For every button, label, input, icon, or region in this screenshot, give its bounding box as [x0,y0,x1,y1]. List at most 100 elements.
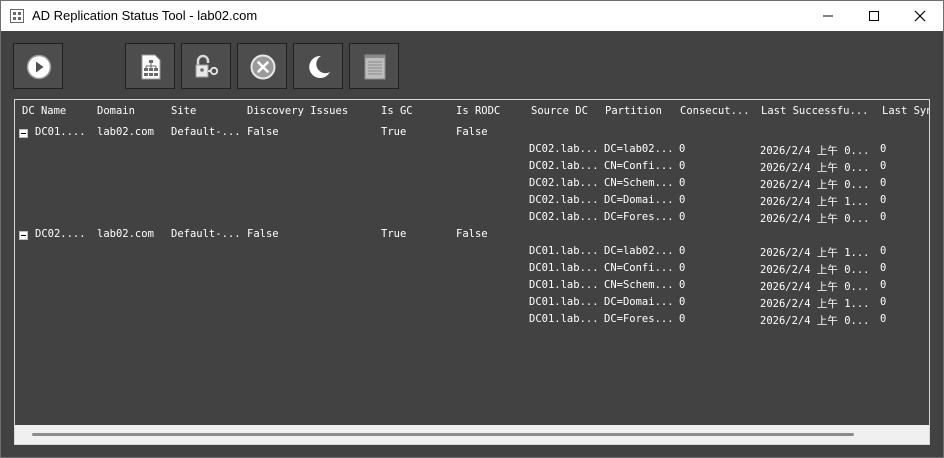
source-dc-cell: DC01.lab... [529,279,599,291]
domain-cell: lab02.com [97,228,154,240]
consecutive-failures-cell: 0 [679,194,686,206]
discovery-issues-cell: False [247,228,279,240]
is-rodc-cell: False [456,228,488,240]
dc-name-cell: DC01.... [35,126,86,138]
last-sync-cell: 0 [880,296,887,308]
discovery-issues-cell: False [247,126,279,138]
collapse-toggle[interactable] [19,231,28,240]
last-sync-cell: 0 [880,262,887,274]
last-success-cell: 2026/2/4 上午 1... [760,196,870,208]
x-circle-icon [250,54,276,80]
app-icon [10,9,24,23]
site-cell: Default-... [171,228,241,240]
consecutive-failures-cell: 0 [679,262,686,274]
last-success-cell: 2026/2/4 上午 0... [760,281,870,293]
is-gc-cell: True [381,126,407,138]
column-header[interactable]: Is RODC [456,105,500,117]
play-circle-icon [26,54,52,80]
consecutive-failures-cell: 0 [679,177,686,189]
consecutive-failures-cell: 0 [679,296,686,308]
column-header[interactable]: DC Name [22,105,66,117]
last-sync-cell: 0 [880,160,887,172]
dc-name-cell: DC02.... [35,228,86,240]
notepad-icon [364,54,386,80]
partition-cell: DC=lab02... [604,245,674,257]
topology-button[interactable] [125,43,175,89]
network-document-icon [141,54,161,80]
last-sync-cell: 0 [880,143,887,155]
partition-cell: DC=Fores... [604,211,674,223]
last-success-cell: 2026/2/4 上午 1... [760,298,870,310]
last-sync-cell: 0 [880,211,887,223]
source-dc-cell: DC01.lab... [529,313,599,325]
collapse-toggle[interactable] [19,129,28,138]
consecutive-failures-cell: 0 [679,160,686,172]
source-dc-cell: DC02.lab... [529,143,599,155]
log-button[interactable] [349,43,399,89]
maximize-button[interactable] [851,1,897,31]
app-window: AD Replication Status Tool - lab02.com D… [0,0,944,458]
column-header[interactable]: Last Successfu... [761,105,868,117]
last-success-cell: 2026/2/4 上午 0... [760,162,870,174]
column-header[interactable]: Domain [97,105,135,117]
consecutive-failures-cell: 0 [679,313,686,325]
partition-cell: CN=Confi... [604,160,674,172]
dark-mode-button[interactable] [293,43,343,89]
lock-key-icon [195,54,219,78]
last-success-cell: 2026/2/4 上午 0... [760,213,870,225]
last-sync-cell: 0 [880,279,887,291]
site-cell: Default-... [171,126,241,138]
column-header[interactable]: Partition [605,105,662,117]
partition-cell: CN=Confi... [604,262,674,274]
domain-cell: lab02.com [97,126,154,138]
grid-header: DC Name Domain Site Discovery Issues Is GC Is… [15,100,929,122]
scrollbar-thumb[interactable] [32,433,854,436]
run-button[interactable] [13,43,63,89]
consecutive-failures-cell: 0 [679,245,686,257]
crescent-moon-icon [309,55,330,78]
column-header[interactable]: Discovery Issues [247,105,348,117]
maximize-icon [869,11,879,21]
is-gc-cell: True [381,228,407,240]
column-header[interactable]: Source DC [531,105,588,117]
last-success-cell: 2026/2/4 上午 0... [760,179,870,191]
partition-cell: CN=Schem... [604,177,674,189]
partition-cell: CN=Schem... [604,279,674,291]
column-header[interactable]: Is GC [381,105,413,117]
source-dc-cell: DC02.lab... [529,177,599,189]
consecutive-failures-cell: 0 [679,143,686,155]
partition-cell: DC=Fores... [604,313,674,325]
cancel-button[interactable] [237,43,287,89]
close-icon [914,10,926,22]
column-header[interactable]: Consecut... [680,105,750,117]
last-sync-cell: 0 [880,194,887,206]
last-success-cell: 2026/2/4 上午 0... [760,315,870,327]
consecutive-failures-cell: 0 [679,211,686,223]
minimize-icon [823,15,833,17]
replication-grid[interactable]: DC Name Domain Site Discovery Issues Is GC Is… [14,99,930,445]
source-dc-cell: DC01.lab... [529,245,599,257]
source-dc-cell: DC02.lab... [529,194,599,206]
source-dc-cell: DC02.lab... [529,160,599,172]
consecutive-failures-cell: 0 [679,279,686,291]
horizontal-scrollbar[interactable] [15,425,929,444]
source-dc-cell: DC01.lab... [529,262,599,274]
source-dc-cell: DC02.lab... [529,211,599,223]
title-bar[interactable]: AD Replication Status Tool - lab02.com [1,1,943,31]
partition-cell: DC=Domai... [604,194,674,206]
last-sync-cell: 0 [880,245,887,257]
column-header[interactable]: Last Syn [882,105,929,117]
partition-cell: DC=lab02... [604,143,674,155]
close-button[interactable] [897,1,943,31]
is-rodc-cell: False [456,126,488,138]
minimize-button[interactable] [805,1,851,31]
toolbar [1,31,943,99]
window-title: AD Replication Status Tool - lab02.com [32,8,258,23]
last-success-cell: 2026/2/4 上午 1... [760,247,870,259]
last-success-cell: 2026/2/4 上午 0... [760,145,870,157]
last-sync-cell: 0 [880,313,887,325]
column-header[interactable]: Site [171,105,196,117]
last-sync-cell: 0 [880,177,887,189]
source-dc-cell: DC01.lab... [529,296,599,308]
credentials-button[interactable] [181,43,231,89]
